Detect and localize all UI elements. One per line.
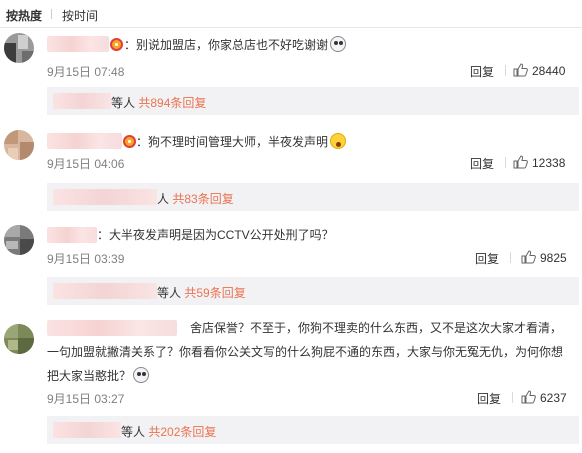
view-replies-link[interactable]: 共202条回复 xyxy=(148,425,216,439)
thumbs-up-icon xyxy=(521,250,536,264)
avatar[interactable] xyxy=(4,225,34,255)
action-divider xyxy=(505,157,506,168)
action-divider xyxy=(505,65,506,76)
comment-text: ：狗不理时间管理大师，半夜发声明 xyxy=(136,130,347,154)
sub-replies-summary: 人 共83条回复 xyxy=(157,192,234,206)
sub-replier-blurred[interactable] xyxy=(53,189,157,205)
avatar[interactable] xyxy=(4,130,34,160)
sort-divider xyxy=(51,9,52,19)
sort-by-hot-tab[interactable]: 按热度 xyxy=(6,7,42,24)
username-blurred[interactable] xyxy=(47,36,109,52)
like-button[interactable]: 9825 xyxy=(521,250,567,265)
sub-replies-box: 人 共83条回复 xyxy=(47,183,579,211)
sub-replier-blurred[interactable] xyxy=(53,283,157,299)
username-blurred[interactable] xyxy=(47,320,177,336)
like-button[interactable]: 6237 xyxy=(521,390,567,405)
member-badge-icon xyxy=(123,135,136,148)
view-replies-link[interactable]: 共59条回复 xyxy=(184,286,245,300)
comment-text-line-3: 把大家当憨批？ xyxy=(47,364,150,388)
comment-text-line-1: 舍店保誉？不至于，你狗不理卖的什么东西，又不是这次大家才看清， xyxy=(190,321,563,335)
reply-button[interactable]: 回复 xyxy=(470,63,494,80)
sub-replies-summary: 等人 共202条回复 xyxy=(121,425,217,439)
sub-replies-box: 等人 共894条回复 xyxy=(47,87,579,115)
comment-text-line-2: 一句加盟就撇清关系了？你看看你公关文写的什么狗屁不通的东西，大家与你无冤无仇，为… xyxy=(47,345,564,359)
avatar[interactable] xyxy=(4,324,34,354)
scream-emoji-icon xyxy=(330,133,347,149)
comment-text: ：大半夜发声明是因为CCTV公开处刑了吗？ xyxy=(97,228,334,242)
reply-button[interactable]: 回复 xyxy=(477,390,501,407)
reply-button[interactable]: 回复 xyxy=(470,155,494,172)
comment-time: 9月15日 03:39 xyxy=(47,252,125,266)
comment-item: ：狗不理时间管理大师，半夜发声明 9月15日 04:06 回复 12338 人 … xyxy=(0,120,582,212)
comment-time: 9月15日 07:48 xyxy=(47,65,125,79)
sort-by-time-tab[interactable]: 按时间 xyxy=(62,7,98,24)
thumbs-up-icon xyxy=(521,390,536,404)
like-button[interactable]: 28440 xyxy=(513,63,565,78)
comment-time: 9月15日 03:27 xyxy=(47,392,125,406)
comment-item: ：别说加盟店，你家总店也不好吃谢谢 9月15日 07:48 回复 28440 等… xyxy=(0,28,582,120)
comment-item: 舍店保誉？不至于，你狗不理卖的什么东西，又不是这次大家才看清， 一句加盟就撇清关… xyxy=(0,310,582,453)
ghost-emoji-icon xyxy=(133,367,150,383)
sub-replies-box: 等人 共59条回复 xyxy=(47,277,579,305)
member-badge-icon xyxy=(110,38,123,51)
thumbs-up-icon xyxy=(513,63,528,77)
username-blurred[interactable] xyxy=(47,227,97,243)
action-divider xyxy=(510,252,511,263)
view-replies-link[interactable]: 共894条回复 xyxy=(138,96,206,110)
comment-item: ：大半夜发声明是因为CCTV公开处刑了吗？ 9月15日 03:39 回复 982… xyxy=(0,212,582,310)
thumbs-up-icon xyxy=(513,155,528,169)
comment-time: 9月15日 04:06 xyxy=(47,157,125,171)
reply-button[interactable]: 回复 xyxy=(475,250,499,267)
view-replies-link[interactable]: 共83条回复 xyxy=(172,192,233,206)
sub-replier-blurred[interactable] xyxy=(53,422,121,438)
sub-replier-blurred[interactable] xyxy=(53,93,111,109)
username-blurred[interactable] xyxy=(47,133,122,149)
comment-text: ：别说加盟店，你家总店也不好吃谢谢 xyxy=(124,33,347,57)
sub-replies-summary: 等人 共59条回复 xyxy=(157,286,246,300)
sub-replies-box: 等人 共202条回复 xyxy=(47,416,579,444)
action-divider xyxy=(512,392,513,403)
sort-bar: 按热度 按时间 xyxy=(0,0,582,28)
like-button[interactable]: 12338 xyxy=(513,155,565,170)
avatar[interactable] xyxy=(4,33,34,63)
ghost-emoji-icon xyxy=(330,36,347,52)
sub-replies-summary: 等人 共894条回复 xyxy=(111,96,207,110)
